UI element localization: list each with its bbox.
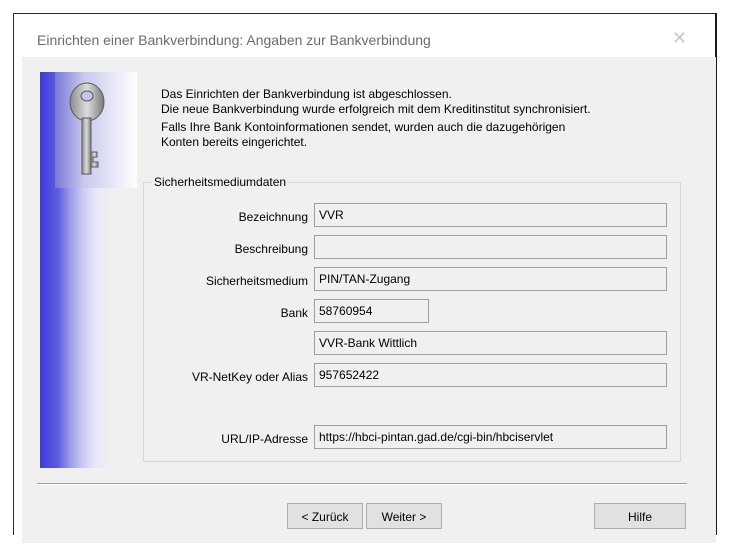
bank-code-field[interactable]: 58760954 bbox=[314, 299, 429, 323]
netkey-label: VR-NetKey oder Alias bbox=[191, 370, 308, 384]
next-button[interactable]: Weiter > bbox=[366, 503, 442, 529]
sicherheitsmedium-label: Sicherheitsmedium bbox=[205, 274, 308, 288]
close-icon[interactable]: ✕ bbox=[672, 28, 687, 49]
back-button[interactable]: < Zurück bbox=[287, 503, 363, 529]
intro-line-3: Falls Ihre Bank Kontoinformationen sende… bbox=[161, 120, 566, 134]
beschreibung-label: Beschreibung bbox=[234, 242, 308, 256]
group-legend: Sicherheitsmediumdaten bbox=[152, 175, 289, 189]
button-separator bbox=[37, 483, 687, 485]
url-field[interactable]: https://hbci-pintan.gad.de/cgi-bin/hbcis… bbox=[314, 425, 667, 449]
netkey-field[interactable]: 957652422 bbox=[314, 363, 667, 387]
beschreibung-field[interactable] bbox=[314, 235, 667, 259]
intro-line-4: Konten bereits eingerichtet. bbox=[161, 134, 308, 149]
bank-label: Bank bbox=[280, 306, 308, 320]
bank-name-field: VVR-Bank Wittlich bbox=[314, 331, 667, 355]
intro-text: Das Einrichten der Bankverbindung ist ab… bbox=[161, 87, 681, 149]
url-label: URL/IP-Adresse bbox=[221, 432, 308, 446]
bezeichnung-field[interactable]: VVR bbox=[314, 203, 667, 227]
key-icon bbox=[69, 82, 105, 175]
intro-line-1: Das Einrichten der Bankverbindung ist ab… bbox=[161, 87, 452, 101]
intro-line-2: Die neue Bankverbindung wurde erfolgreic… bbox=[161, 101, 591, 116]
bezeichnung-label: Bezeichnung bbox=[238, 210, 308, 224]
help-button[interactable]: Hilfe bbox=[594, 503, 686, 529]
sicherheitsmedium-field[interactable]: PIN/TAN-Zugang bbox=[314, 267, 667, 291]
window-title: Einrichten einer Bankverbindung: Angaben… bbox=[37, 32, 431, 48]
key-banner bbox=[55, 72, 137, 188]
